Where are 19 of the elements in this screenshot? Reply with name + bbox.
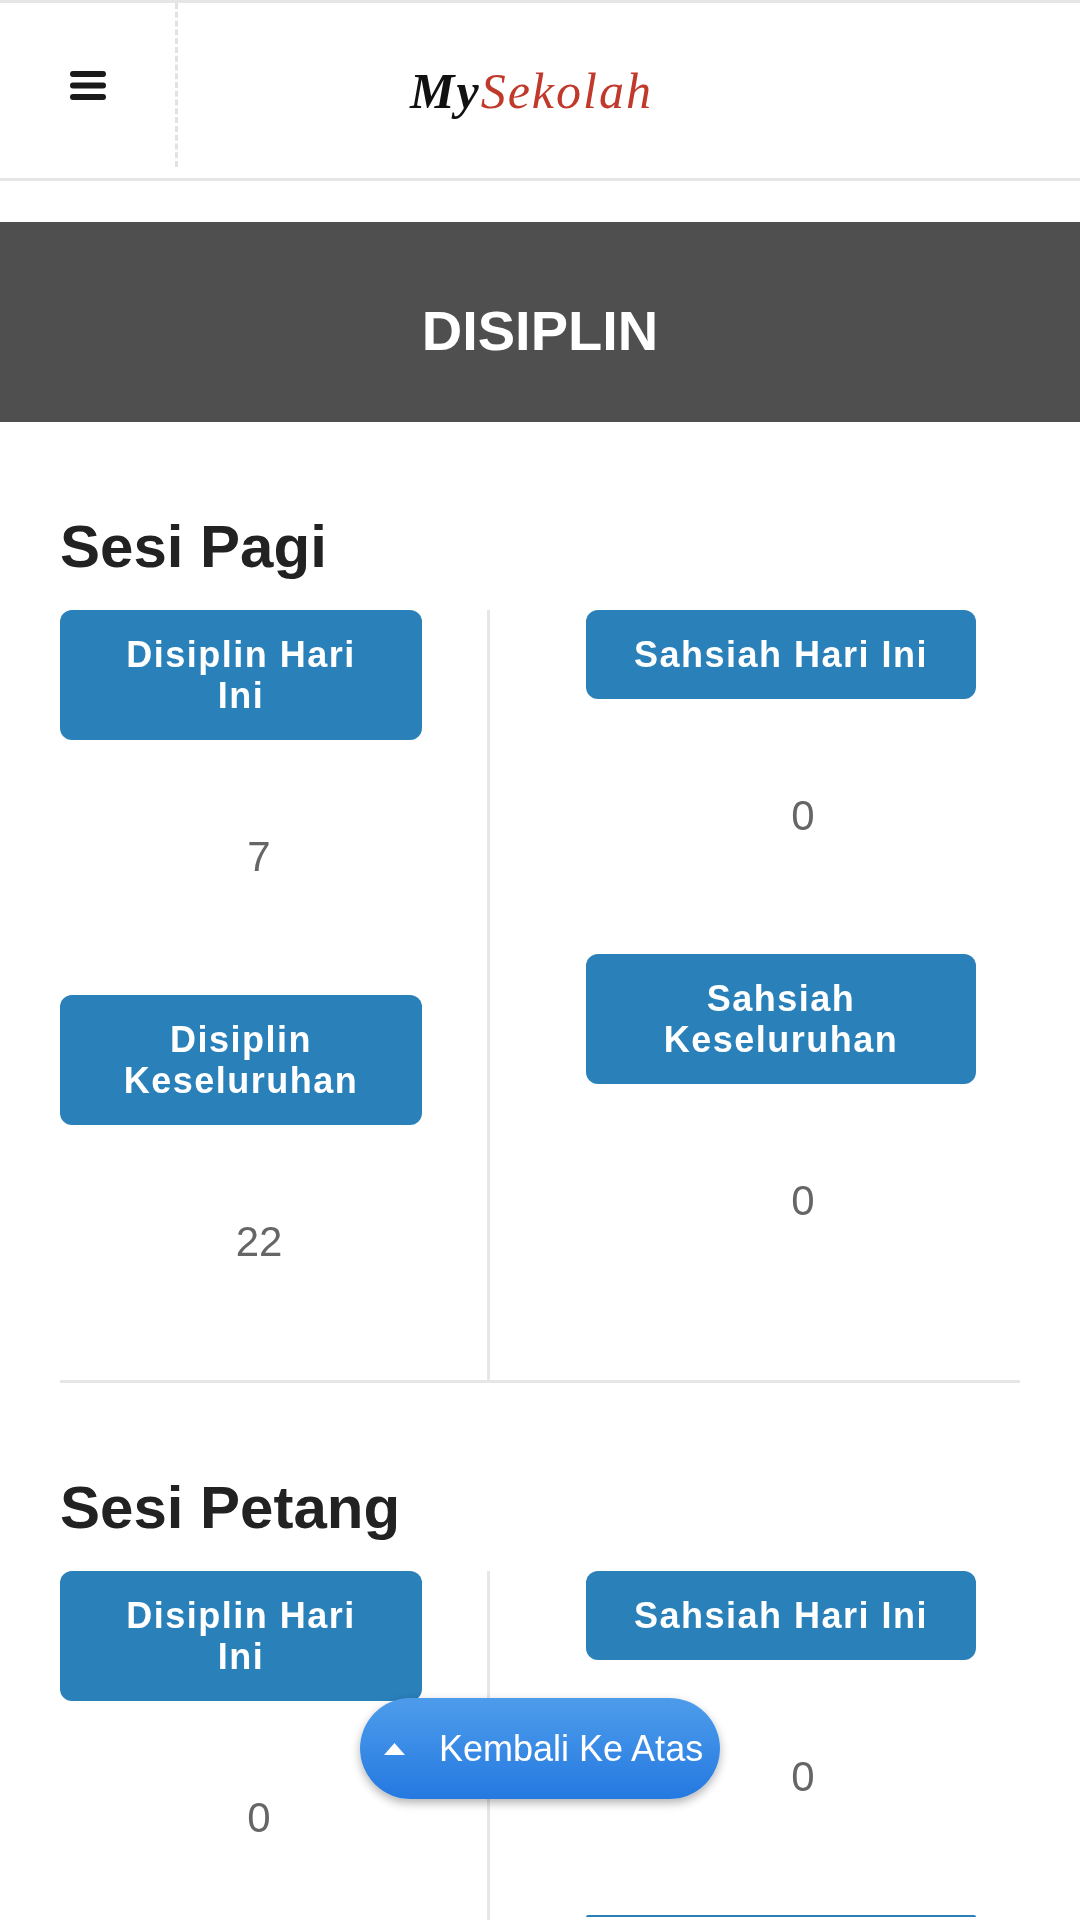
page-title: DISIPLIN — [421, 299, 659, 363]
caret-up-icon — [384, 1742, 405, 1755]
section-title: Sesi Petang — [60, 1473, 402, 1543]
category-button[interactable]: Disiplin Hari Ini — [60, 610, 422, 740]
category-button[interactable]: Sahsiah Hari Ini — [586, 610, 976, 699]
category-button[interactable]: Sahsiah Hari Ini — [586, 1571, 976, 1660]
stat-value: 22 — [234, 1217, 284, 1267]
section-title: Sesi Pagi — [60, 512, 328, 582]
category-button[interactable]: Disiplin Keseluruhan — [60, 995, 422, 1125]
logo[interactable]: MySekolah — [410, 62, 653, 119]
stat-value: 7 — [246, 832, 272, 882]
category-button[interactable]: Sahsiah Keseluruhan — [586, 954, 976, 1084]
stat-value: 0 — [246, 1793, 272, 1843]
stat-value: 0 — [790, 1176, 816, 1226]
menu-icon[interactable] — [69, 70, 106, 100]
stat-value: 0 — [790, 1752, 816, 1802]
category-button[interactable]: Disiplin Hari Ini — [60, 1571, 422, 1701]
stat-value: 0 — [790, 791, 816, 841]
back-to-top-button[interactable]: Kembali Ke Atas — [360, 1698, 720, 1799]
